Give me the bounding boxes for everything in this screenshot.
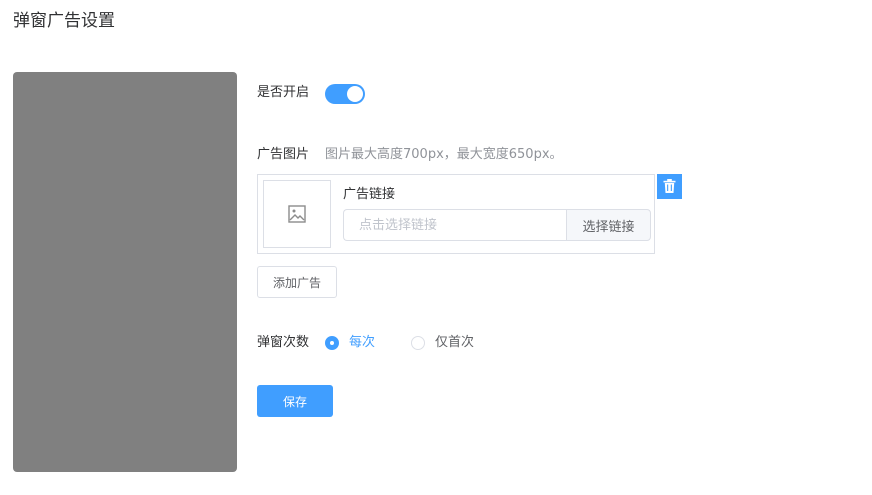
add-ad-button[interactable]: 添加广告 — [257, 266, 337, 298]
radio-every-time[interactable] — [325, 336, 339, 350]
radio-label-every-time[interactable]: 每次 — [349, 334, 375, 352]
enable-label: 是否开启 — [257, 85, 310, 100]
ad-link-label: 广告链接 — [343, 187, 396, 202]
frequency-label: 弹窗次数 — [257, 335, 310, 350]
ad-image-upload[interactable] — [263, 180, 331, 248]
radio-label-first-time-only[interactable]: 仅首次 — [435, 334, 474, 352]
ad-image-hint: 图片最大高度700px，最大宽度650px。 — [325, 147, 563, 162]
enable-toggle[interactable] — [325, 84, 365, 104]
image-icon — [288, 205, 306, 223]
radio-first-time-only[interactable] — [411, 336, 425, 350]
select-link-button[interactable]: 选择链接 — [566, 209, 651, 241]
toggle-knob — [347, 86, 363, 102]
popup-preview — [13, 72, 237, 472]
trash-icon — [663, 179, 676, 193]
ad-image-label: 广告图片 — [257, 147, 310, 162]
save-button[interactable]: 保存 — [257, 385, 333, 417]
ad-link-input[interactable] — [343, 209, 566, 241]
delete-ad-button[interactable] — [657, 174, 682, 199]
page-title: 弹窗广告设置 — [13, 11, 115, 31]
